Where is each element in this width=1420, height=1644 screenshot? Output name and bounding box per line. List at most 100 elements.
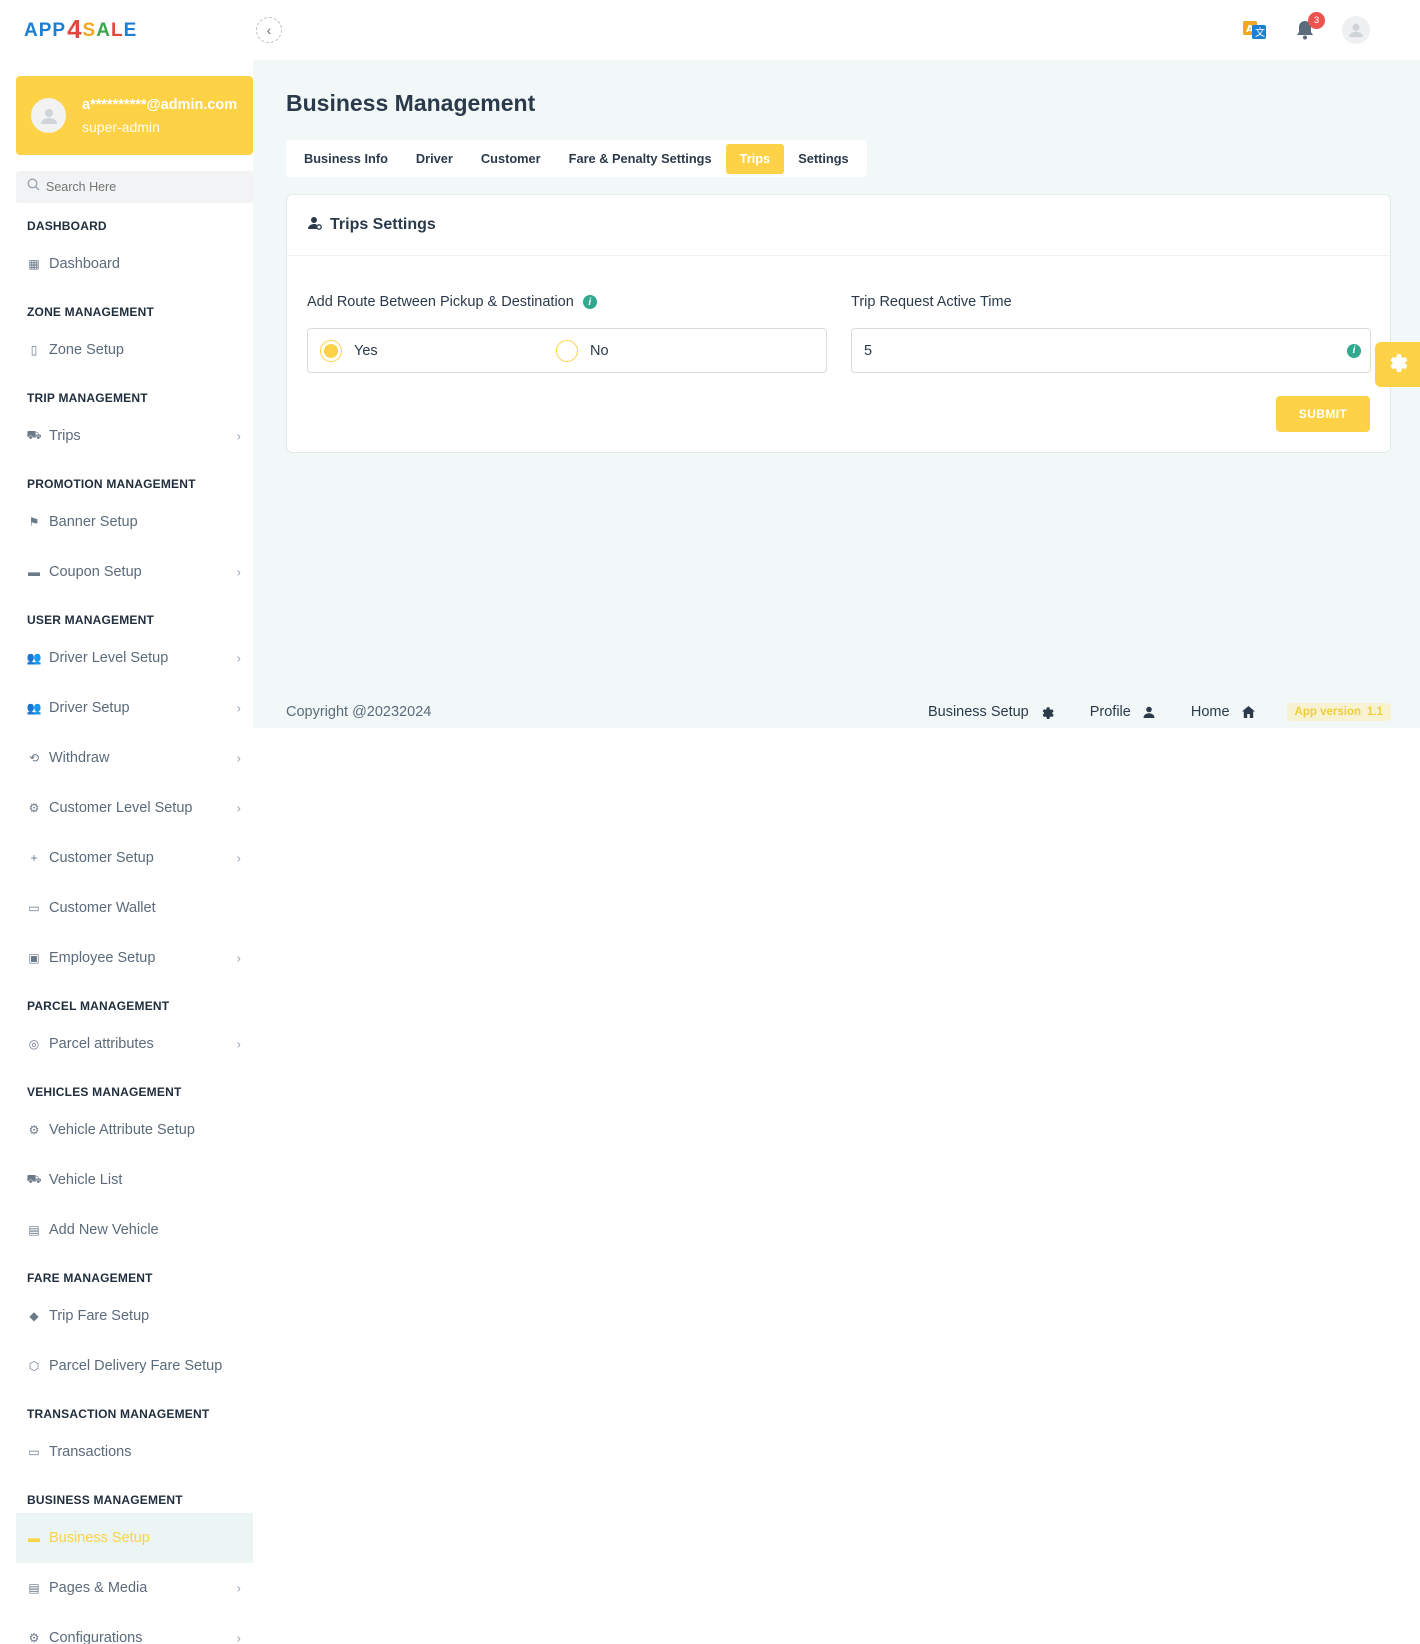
sidebar-item-zone-setup[interactable]: ▯ Zone Setup: [16, 325, 253, 375]
trips-settings-card: Trips Settings Add Route Between Pickup …: [286, 194, 1391, 453]
home-icon: [1241, 706, 1255, 718]
footer-link-home[interactable]: Home: [1191, 704, 1255, 720]
tab-business-info[interactable]: Business Info: [290, 144, 402, 174]
search-input[interactable]: [46, 180, 236, 194]
user-plus-icon: +: [30, 851, 38, 865]
search-icon: [27, 178, 40, 196]
sidebar-section-title: TRIP MANAGEMENT: [27, 391, 148, 405]
card-header: Trips Settings: [287, 195, 1390, 256]
sidebar-item-transactions[interactable]: ▭ Transactions: [16, 1427, 253, 1477]
sidebar-item-label: Business Setup: [49, 1530, 150, 1546]
sidebar-item-label: Transactions: [49, 1444, 132, 1460]
sidebar-item-withdraw[interactable]: ⟲ Withdraw ›: [16, 733, 253, 783]
floating-settings-button[interactable]: [1375, 342, 1420, 387]
vehicle-attr-icon: ⚙: [28, 1123, 40, 1137]
bell-icon[interactable]: 3: [1291, 12, 1325, 44]
chevron-right-icon: ›: [236, 428, 241, 444]
sidebar-item-add-new-vehicle[interactable]: ▤ Add New Vehicle: [16, 1205, 253, 1255]
cash-icon: ▭: [28, 1445, 40, 1459]
user-icon: [1143, 706, 1155, 718]
sidebar-item-label: Zone Setup: [49, 342, 124, 358]
sidebar-section-title: PROMOTION MANAGEMENT: [27, 477, 196, 491]
sidebar-item-label: Trips: [49, 428, 81, 444]
avatar-icon[interactable]: [1342, 16, 1370, 44]
active-time-input[interactable]: [864, 342, 1334, 359]
user-gear-icon: [308, 216, 322, 235]
sidebar-item-label: Driver Level Setup: [49, 650, 169, 666]
tab-driver[interactable]: Driver: [402, 144, 467, 174]
sidebar-item-pages-media[interactable]: ▤ Pages & Media ›: [16, 1563, 253, 1613]
user-card[interactable]: a**********@admin.com super-admin: [16, 76, 253, 155]
settings-tabs: Business Info Driver Customer Fare & Penalt…: [286, 140, 867, 177]
sidebar-item-trips[interactable]: ⛟ Trips ›: [16, 411, 253, 461]
sidebar-item-coupon-setup[interactable]: ▬ Coupon Setup ›: [16, 547, 253, 597]
tab-settings[interactable]: Settings: [784, 144, 862, 174]
info-icon[interactable]: i: [1347, 343, 1361, 358]
route-yes-radio[interactable]: Yes: [320, 340, 378, 362]
sidebar-section-title: ZONE MANAGEMENT: [27, 305, 154, 319]
sidebar-item-label: Banner Setup: [49, 514, 138, 530]
user-email: a**********@admin.com: [82, 96, 238, 113]
sidebar-item-banner-setup[interactable]: ⚑ Banner Setup: [16, 497, 253, 547]
footer: Copyright @20232024 Business Setup Profi…: [286, 700, 1391, 724]
sidebar-item-dashboard[interactable]: ▦ Dashboard: [16, 239, 253, 289]
sidebar-item-driver-setup[interactable]: 👥 Driver Setup ›: [16, 683, 253, 733]
sidebar-item-business-setup[interactable]: ▬ Business Setup: [16, 1513, 253, 1563]
sidebar-item-vehicle-attribute-setup[interactable]: ⚙ Vehicle Attribute Setup: [16, 1105, 253, 1155]
sidebar-item-customer-wallet[interactable]: ▭ Customer Wallet: [16, 883, 253, 933]
tab-trips[interactable]: Trips: [725, 143, 785, 174]
app-logo[interactable]: APP 4 SALE: [24, 14, 137, 46]
users-icon: 👥: [26, 701, 42, 715]
user-role: super-admin: [82, 118, 160, 135]
sidebar-item-label: Driver Setup: [49, 700, 130, 716]
submit-button[interactable]: SUBMIT: [1276, 396, 1370, 432]
footer-link-business-setup[interactable]: Business Setup: [928, 704, 1054, 720]
tab-fare-penalty-settings[interactable]: Fare & Penalty Settings: [555, 144, 726, 174]
diamond-icon: ◆: [29, 1309, 39, 1323]
collapse-sidebar-button[interactable]: ‹: [256, 17, 282, 43]
gear-icon: [1041, 706, 1054, 719]
sidebar-item-label: Configurations: [49, 1630, 143, 1644]
active-time-label: Trip Request Active Time: [851, 294, 1012, 310]
sidebar-item-parcel-delivery-fare-setup[interactable]: ⬡ Parcel Delivery Fare Setup: [16, 1341, 253, 1391]
briefcase-icon: ▬: [28, 1531, 40, 1545]
app-version-label: App version: [1294, 706, 1361, 718]
logo-sale-letter: L: [110, 20, 124, 41]
info-icon[interactable]: i: [582, 295, 597, 309]
chevron-right-icon: ›: [236, 700, 241, 716]
file-icon: ▤: [28, 1581, 40, 1595]
radio-unchecked-icon: [556, 340, 578, 362]
parcel-icon: ◎: [28, 1037, 40, 1051]
route-label-text: Add Route Between Pickup & Destination: [307, 294, 574, 310]
main-content: Business Management Business Info Driver C…: [253, 60, 1420, 728]
sidebar-section-title: TRANSACTION MANAGEMENT: [27, 1407, 210, 1421]
sidebar-item-customer-level-setup[interactable]: ⚙ Customer Level Setup ›: [16, 783, 253, 833]
sidebar-item-driver-level-setup[interactable]: 👥 Driver Level Setup ›: [16, 633, 253, 683]
sidebar-section-title: FARE MANAGEMENT: [27, 1271, 153, 1285]
sidebar-section-title: USER MANAGEMENT: [27, 613, 155, 627]
route-no-radio[interactable]: No: [556, 340, 609, 362]
avatar-icon: [31, 98, 66, 133]
sidebar-item-vehicle-list[interactable]: ⛟ Vehicle List: [16, 1155, 253, 1205]
sidebar-item-customer-setup[interactable]: + Customer Setup ›: [16, 833, 253, 883]
sidebar-item-parcel-attributes[interactable]: ◎ Parcel attributes ›: [16, 1019, 253, 1069]
map-icon: ▯: [30, 343, 38, 357]
chevron-right-icon: ›: [236, 750, 241, 766]
sidebar-item-label: Add New Vehicle: [49, 1222, 159, 1238]
translate-icon[interactable]: A文: [1241, 16, 1269, 44]
sidebar-search[interactable]: [16, 171, 253, 203]
sidebar-item-trip-fare-setup[interactable]: ◆ Trip Fare Setup: [16, 1291, 253, 1341]
footer-link-profile[interactable]: Profile: [1090, 704, 1155, 720]
sidebar-item-label: Dashboard: [49, 256, 120, 272]
sidebar-item-label: Coupon Setup: [49, 564, 142, 580]
page-title: Business Management: [286, 90, 536, 116]
tab-customer[interactable]: Customer: [467, 144, 555, 174]
bus-icon: ▤: [28, 1223, 40, 1237]
copyright-text: Copyright @20232024: [286, 704, 432, 720]
sidebar-item-employee-setup[interactable]: ▣ Employee Setup ›: [16, 933, 253, 983]
car-icon: ⛟: [26, 428, 42, 442]
sidebar-item-configurations[interactable]: ⚙ Configurations ›: [16, 1613, 253, 1644]
chevron-right-icon: ›: [236, 1036, 241, 1052]
